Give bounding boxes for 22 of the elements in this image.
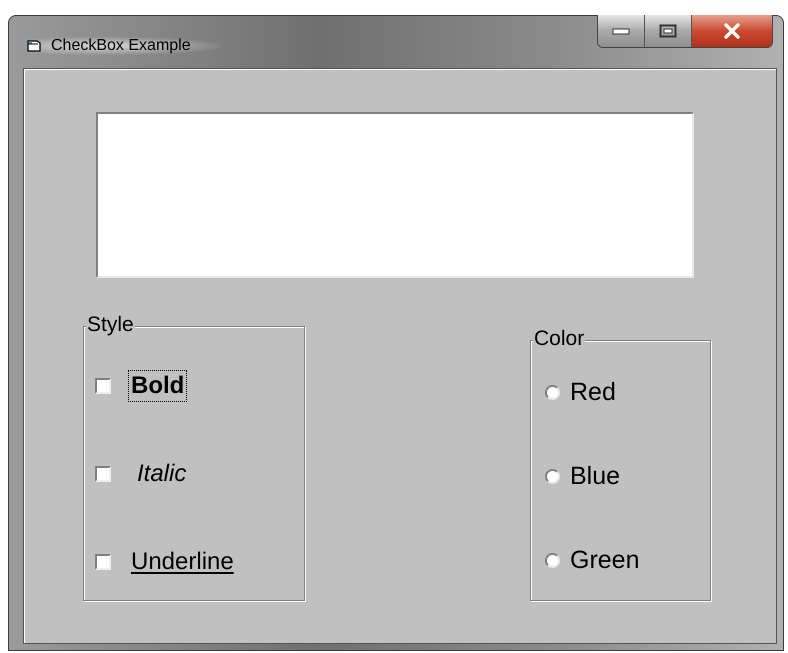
checkbox[interactable] [95,554,111,570]
close-icon [723,23,741,39]
window-title: CheckBox Example [51,37,191,55]
radio-label[interactable]: Red [570,377,616,407]
minimize-button[interactable] [598,15,645,47]
group-label: Style [86,313,135,337]
radio-button[interactable] [545,468,560,484]
checkbox[interactable] [95,378,111,394]
window-icon [27,39,41,53]
checkbox-label[interactable]: Bold [128,370,188,402]
radio-label[interactable]: Green [570,545,640,575]
maximize-icon [659,24,677,38]
radio-label[interactable]: Blue [570,461,620,491]
minimize-icon [612,27,630,35]
radio-button[interactable] [545,552,560,568]
maximize-button[interactable] [645,15,692,47]
checkbox[interactable] [95,466,111,482]
checkbox-label[interactable]: Underline [128,546,237,578]
checkbox-label[interactable]: Italic [134,458,190,490]
text-field[interactable] [96,112,694,278]
close-button[interactable] [692,15,772,47]
radio-button[interactable] [545,384,560,400]
